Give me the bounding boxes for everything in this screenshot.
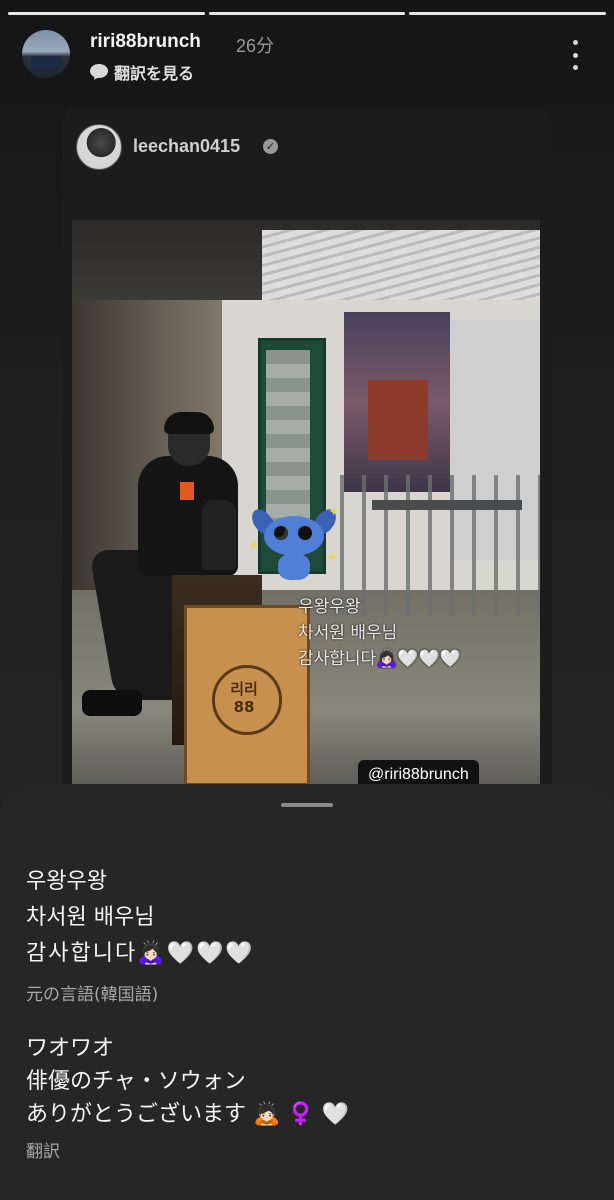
original-line: 우왕우왕: [26, 869, 107, 894]
stitch-sticker: ✦ ✦ ✦: [247, 504, 341, 580]
overlay-line: 차서원 배우님: [298, 623, 398, 643]
translated-text: ワオワオ 俳優のチャ・ソウォン ありがとうございます 🙇🏻 ♀️ 🤍: [26, 1032, 349, 1131]
awning-stripes: [262, 230, 540, 300]
poster-storefront: [368, 380, 428, 460]
progress-segment: [208, 12, 406, 15]
avatar[interactable]: [22, 30, 70, 78]
shared-post-avatar[interactable]: [76, 124, 122, 170]
person-cap: [164, 412, 214, 434]
story-overlay-text: 우왕우왕 차서원 배우님 감사합니다🙇🏻‍♀️🤍🤍🤍: [298, 594, 478, 672]
progress-segment: [8, 12, 205, 15]
original-line: 감사합니다🙇🏻‍♀️🤍🤍🤍: [26, 941, 255, 966]
verified-badge-icon: ✓: [263, 139, 278, 154]
patio-table: [372, 500, 522, 510]
story-timestamp: 26分: [236, 36, 275, 56]
original-language-label: 元の言語(韓国語): [26, 985, 159, 1005]
more-options-icon[interactable]: [566, 40, 584, 70]
story-username[interactable]: riri88brunch: [90, 31, 201, 53]
shared-post-username[interactable]: leechan0415: [133, 136, 240, 157]
cat-statue: [202, 500, 236, 570]
sign-logo-text: 리리 88: [230, 680, 258, 716]
avatar-van-image: [31, 56, 61, 70]
translated-line: ありがとうございます 🙇🏻 ♀️ 🤍: [26, 1102, 350, 1127]
original-line: 차서원 배우님: [26, 905, 155, 930]
speech-bubble-icon: [90, 64, 108, 80]
progress-segment: [409, 12, 607, 15]
see-translation-button[interactable]: 翻訳を見る: [90, 60, 194, 84]
see-translation-label: 翻訳を見る: [114, 64, 195, 83]
overlay-line: 우왕우왕: [298, 597, 361, 617]
shirt-graphic: [180, 482, 194, 500]
translation-label: 翻訳: [26, 1142, 60, 1162]
original-text: 우왕우왕 차서원 배우님 감사합니다🙇🏻‍♀️🤍🤍🤍: [26, 864, 255, 972]
overlay-line: 감사합니다🙇🏻‍♀️🤍🤍🤍: [298, 649, 461, 669]
sheet-drag-handle[interactable]: [281, 803, 333, 807]
story-progress-bar: [8, 12, 607, 15]
shared-post-photo[interactable]: 리리 88 ✦ ✦ ✦ 우왕우왕 차서원 배우님 감사합니다🙇🏻‍♀️🤍🤍🤍 @r…: [72, 220, 540, 790]
translated-line: ワオワオ: [26, 1036, 115, 1061]
person-shoes: [82, 690, 142, 716]
translated-line: 俳優のチャ・ソウォン: [26, 1069, 246, 1094]
